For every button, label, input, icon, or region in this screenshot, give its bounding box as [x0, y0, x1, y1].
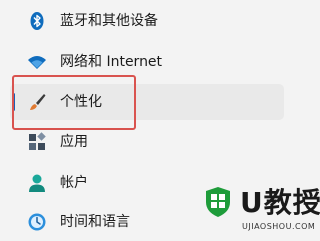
windows-shield-icon	[204, 186, 232, 218]
watermark: U教授 UJIAOSHOU.COM	[196, 184, 320, 241]
sidebar-item-label: 个性化	[60, 94, 102, 110]
sidebar-item-label: 时间和语言	[60, 214, 130, 230]
paintbrush-icon	[27, 92, 47, 112]
selection-indicator	[12, 93, 15, 111]
sidebar-item-label: 应用	[60, 134, 88, 150]
bluetooth-icon	[27, 11, 47, 31]
sidebar-item-bluetooth[interactable]: 蓝牙和其他设备	[10, 3, 284, 39]
sidebar-item-apps[interactable]: 应用	[10, 124, 284, 160]
watermark-brand: U教授	[240, 186, 320, 219]
sidebar-item-label: 网络和 Internet	[60, 54, 163, 70]
sidebar-item-network[interactable]: 网络和 Internet	[10, 44, 284, 80]
account-icon	[27, 173, 47, 193]
wifi-icon	[27, 52, 47, 72]
apps-icon	[27, 132, 47, 152]
sidebar-item-label: 蓝牙和其他设备	[60, 13, 158, 29]
watermark-url: UJIAOSHOU.COM	[242, 222, 316, 231]
time-language-icon	[27, 212, 47, 232]
sidebar-item-personalization[interactable]: 个性化	[10, 84, 284, 120]
sidebar-item-label: 帐户	[60, 175, 88, 191]
